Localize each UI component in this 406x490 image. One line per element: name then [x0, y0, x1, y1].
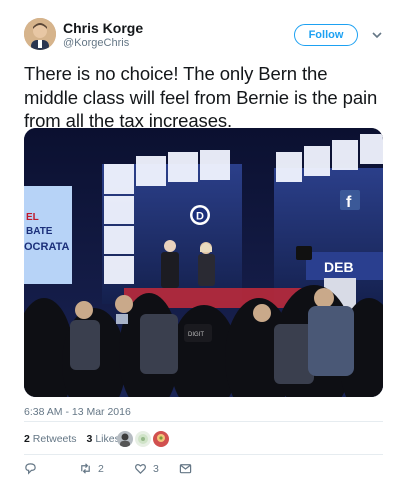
follow-button[interactable]: Follow	[294, 24, 358, 46]
liker-avatar[interactable]	[117, 431, 133, 447]
retweet-button[interactable]: 2	[79, 462, 104, 475]
avatar[interactable]	[24, 18, 56, 50]
tweet-text: There is no choice! The only Bern the mi…	[24, 63, 378, 131]
left-screen: EL BATE OCRATA	[24, 186, 72, 284]
svg-text:DEB: DEB	[324, 259, 354, 275]
like-count: 3	[153, 462, 159, 475]
divider	[24, 454, 383, 455]
liker-avatar[interactable]	[135, 431, 151, 447]
retweet-icon	[81, 463, 90, 474]
svg-text:EL: EL	[26, 212, 39, 223]
reply-button[interactable]	[24, 462, 37, 475]
right-screen: DEB	[306, 252, 383, 280]
user-handle[interactable]: @KorgeChris	[63, 37, 129, 49]
svg-text:DIGIT: DIGIT	[188, 332, 204, 338]
retweets-stat[interactable]: 2 Retweets	[24, 433, 77, 445]
liker-avatar[interactable]	[153, 431, 169, 447]
direct-message-button[interactable]	[179, 462, 192, 475]
user-name[interactable]: Chris Korge	[63, 20, 143, 36]
liker-avatars	[117, 431, 169, 447]
like-button[interactable]: 3	[134, 462, 159, 475]
facebook-icon: f	[340, 190, 360, 211]
divider	[24, 421, 383, 422]
reply-icon	[25, 463, 36, 475]
envelope-icon	[179, 464, 192, 474]
chevron-down-icon[interactable]	[370, 28, 384, 42]
tweet-actions: 2 3	[24, 462, 224, 478]
svg-text:D: D	[196, 211, 204, 223]
svg-text:f: f	[346, 194, 352, 211]
svg-text:OCRATA: OCRATA	[24, 241, 69, 253]
tweet-card: Chris Korge @KorgeChris Follow There is …	[0, 0, 406, 490]
svg-text:BATE: BATE	[26, 226, 53, 237]
tweet-stats: 2 Retweets 3 Likes	[24, 433, 120, 445]
debate-d-logo: D	[190, 205, 210, 225]
tweet-photo[interactable]: EL BATE OCRATA D f DEB DIGIT	[24, 128, 383, 397]
likes-stat[interactable]: 3 Likes	[87, 433, 120, 445]
heart-icon	[135, 463, 146, 474]
tweet-timestamp[interactable]: 6:38 AM - 13 Mar 2016	[24, 406, 131, 418]
retweet-count: 2	[98, 462, 104, 475]
